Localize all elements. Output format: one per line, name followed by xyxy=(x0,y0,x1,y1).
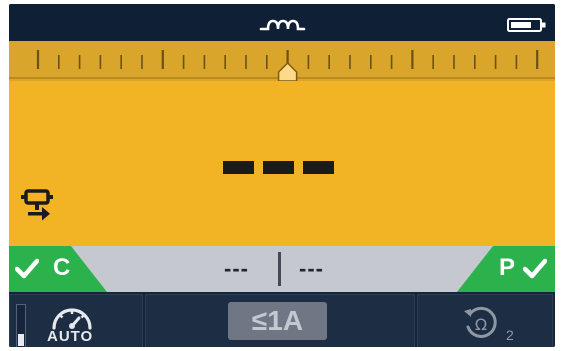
rotate-ohm-icon: Ω xyxy=(464,306,497,338)
check-icon xyxy=(523,258,547,279)
readout-right: --- xyxy=(299,256,324,281)
gauge-icon xyxy=(52,308,92,330)
check-icon xyxy=(15,258,39,279)
svg-text:Ω: Ω xyxy=(475,315,487,334)
resistance-button[interactable]: Ω 2 xyxy=(417,294,553,347)
readout-divider xyxy=(278,252,281,286)
readout-left: --- xyxy=(224,256,249,281)
bottom-toolbar: AUTO ≤1A Ω 2 xyxy=(9,292,555,347)
status-left-label: C xyxy=(53,254,71,281)
plug-arrow-icon xyxy=(21,189,53,221)
pointer-icon xyxy=(277,61,298,81)
coil-icon xyxy=(259,19,306,31)
status-bar: C --- --- P xyxy=(9,246,555,292)
current-range-button[interactable]: ≤1A xyxy=(228,302,327,340)
reading-dash xyxy=(263,161,294,174)
auto-button[interactable]: AUTO xyxy=(9,294,143,347)
top-bar xyxy=(9,4,555,41)
omega-subscript: 2 xyxy=(506,327,514,343)
status-right-label: P xyxy=(498,254,515,281)
measurement-display xyxy=(9,81,555,246)
scale-bar xyxy=(9,41,555,81)
reading-dashes xyxy=(223,161,335,175)
range-panel: ≤1A xyxy=(145,294,415,347)
reading-dash xyxy=(223,161,254,174)
battery-icon xyxy=(507,18,546,32)
reading-dash xyxy=(303,161,334,174)
tester-screen: C --- --- P AUTO ≤1A Ω 2 xyxy=(9,4,555,347)
auto-label: AUTO xyxy=(47,328,94,345)
level-meter xyxy=(16,304,26,347)
scale-ticks xyxy=(9,50,555,81)
level-meter-fill xyxy=(18,334,24,346)
